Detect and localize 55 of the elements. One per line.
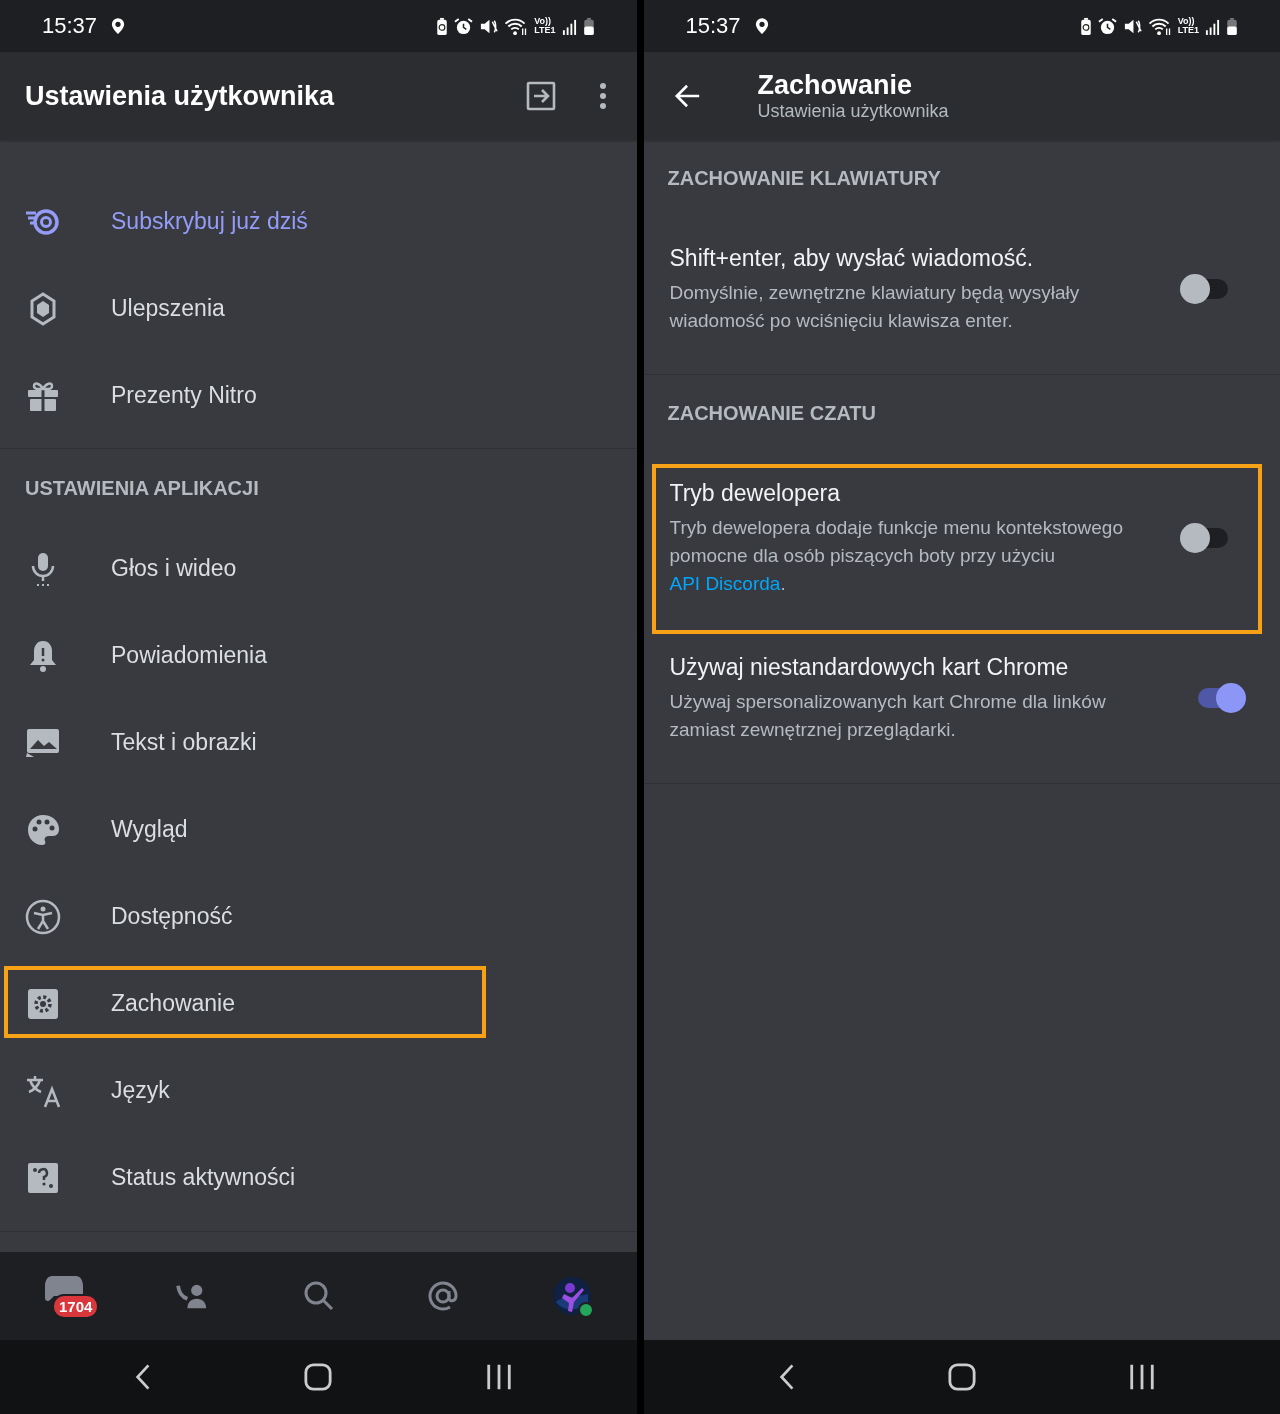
settings-menu-item[interactable]: Zachowanie (0, 960, 637, 1047)
location-icon (754, 17, 769, 35)
settings-menu-item[interactable]: Ulepszenia (0, 265, 637, 352)
profile-tab[interactable] (551, 1276, 592, 1316)
settings-menu-item[interactable]: Powiadomienia (0, 612, 637, 699)
mentions-tab[interactable] (427, 1280, 460, 1312)
screen-title: Zachowanie (757, 70, 914, 101)
settings-menu-item[interactable]: Subskrybuj już dziś (0, 178, 637, 265)
setting-title: Shift+enter, aby wysłać wiadomość. (669, 244, 1035, 273)
back-icon[interactable] (777, 1363, 796, 1391)
wifi-icon (504, 16, 529, 36)
home-icon[interactable] (947, 1363, 976, 1391)
setting-title: Używaj niestandardowych kart Chrome (669, 653, 1070, 682)
logout-icon[interactable] (524, 80, 557, 112)
battery-icon (582, 16, 595, 36)
screen-subtitle: Ustawienia użytkownika (757, 101, 949, 122)
battery-saver-icon (436, 16, 449, 36)
section-heading: ZACHOWANIE KLAWIATURY (666, 166, 942, 191)
more-options-icon[interactable] (598, 82, 607, 110)
network-type-label: Vo)) LTE1 (1177, 17, 1199, 35)
settings-menu-item[interactable]: Status aktywności (0, 1134, 637, 1221)
back-arrow-icon[interactable] (673, 82, 702, 110)
setting-title: Tryb dewelopera (669, 479, 841, 508)
location-icon (111, 17, 126, 35)
settings-menu-item[interactable]: Wygląd (0, 786, 637, 873)
settings-menu-item[interactable]: Głos i wideo (0, 525, 637, 612)
recent-apps-icon[interactable] (1128, 1363, 1156, 1391)
recent-apps-icon[interactable] (484, 1363, 513, 1391)
setting-description: Domyślnie, zewnętrzne klawiatury będą wysyłały wiadomość po wciśnięciu klawisza enter. (669, 281, 1081, 333)
settings-menu-item[interactable]: Dostępność (0, 873, 637, 960)
settings-menu-item[interactable]: Prezenty Nitro (0, 352, 637, 439)
alarm-icon (1097, 16, 1117, 36)
setting-description: Używaj spersonalizowanych kart Chrome dla linków zamiast zewnętrznej przeglądarki. (669, 690, 1107, 742)
clock-time: 15:37 (42, 13, 98, 39)
battery-saver-icon (1079, 16, 1092, 36)
search-icon (302, 1280, 335, 1312)
screen-title: Ustawienia użytkownika (25, 80, 336, 112)
back-icon[interactable] (134, 1363, 152, 1391)
battery-icon (1226, 16, 1238, 36)
setting-description: Tryb dewelopera dodaje funkcje menu kontekstowego pomocne dla osób piszących boty przy użyciu API Discorda. (669, 516, 1124, 596)
accessibility-icon (25, 898, 61, 935)
at-sign-icon (427, 1280, 460, 1312)
search-tab[interactable] (302, 1280, 335, 1312)
link[interactable]: API Discorda (669, 573, 781, 594)
settings-menu-item[interactable]: Język (0, 1047, 637, 1134)
section-heading: USTAWIENIA APLIKACJI (24, 476, 260, 501)
settings-menu-item[interactable]: Tekst i obrazki (0, 699, 637, 786)
home-tab[interactable]: 1704 (44, 1272, 104, 1320)
network-type-label: Vo)) LTE1 (534, 17, 556, 35)
section-heading: ZACHOWANIE CZATU (666, 401, 877, 426)
home-icon[interactable] (304, 1363, 333, 1391)
unread-count-badge: 1704 (52, 1294, 100, 1319)
wifi-icon (1147, 16, 1172, 36)
clock-time: 15:37 (685, 13, 741, 39)
alarm-icon (454, 16, 474, 36)
